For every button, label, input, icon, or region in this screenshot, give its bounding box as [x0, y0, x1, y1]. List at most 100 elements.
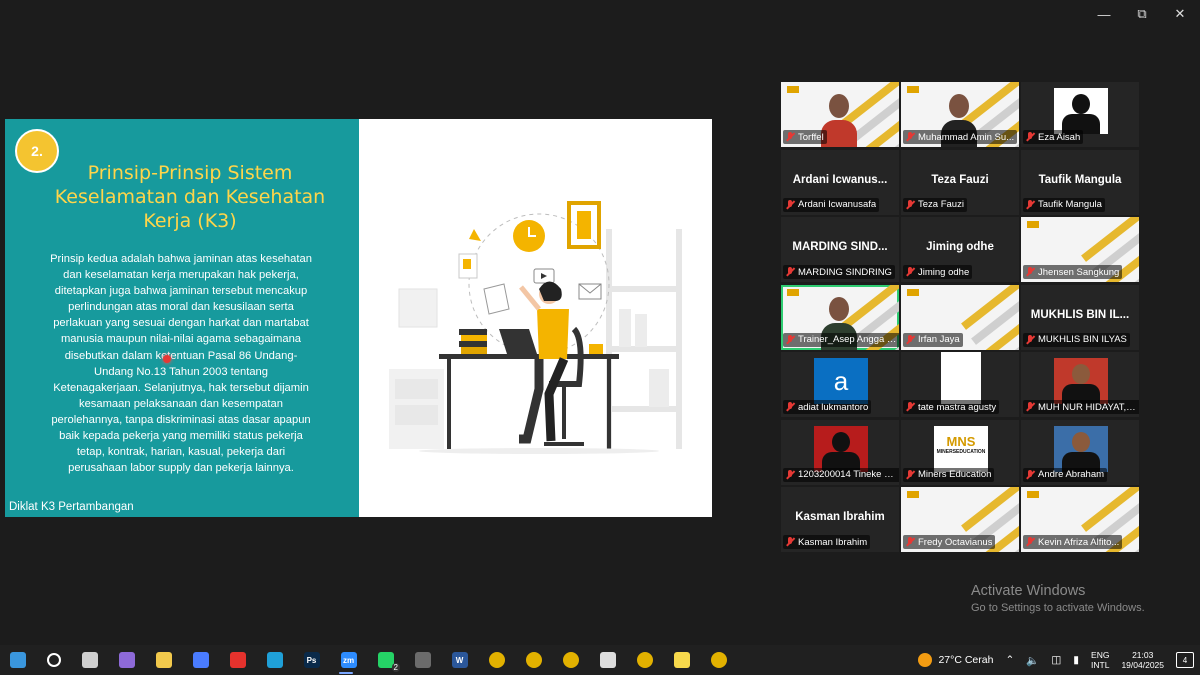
participant-tile[interactable]: 1203200014 Tineke S... [781, 419, 899, 485]
participant-tile[interactable]: a adiat lukmantoro [781, 352, 899, 417]
participant-name: Taufik Mangula [1038, 199, 1102, 210]
activate-windows-watermark: Activate Windows Go to Settings to activ… [971, 583, 1145, 614]
chrome-icon[interactable] [515, 645, 552, 675]
slide-body-line: perlakuan yang sesuai dengan harkat dan … [53, 317, 309, 330]
minimize-icon[interactable]: — [1096, 6, 1112, 22]
participant-name: Jhensen Sangkung [1038, 266, 1120, 278]
logo-mark: MNS [946, 433, 976, 449]
word-icon[interactable]: W [441, 645, 478, 675]
participant-tile[interactable]: Taufik Mangula Taufik Mangula [1021, 149, 1139, 215]
chevron-up-icon[interactable]: ⌃ [999, 654, 1020, 666]
participant-tile[interactable]: Irfan Jaya [901, 284, 1019, 350]
participant-name-label: adiat lukmantoro [783, 400, 872, 414]
participant-name: Miners Education [918, 469, 992, 480]
participant-tile[interactable]: Kasman Ibrahim Kasman Ibrahim [781, 487, 899, 552]
participant-name-label: Kevin Afriza Alfito... [1023, 535, 1123, 549]
chrome-icon[interactable] [700, 645, 737, 675]
participant-display-name: MUKHLIS BIN IL... [1030, 308, 1130, 321]
notification-button[interactable]: 4 [1170, 652, 1200, 668]
participant-name-label: Ardani Icwanusafa [783, 197, 880, 212]
participant-name-label: 1203200014 Tineke S... [783, 467, 899, 482]
weather-widget[interactable]: 27°C Cerah [912, 653, 999, 667]
mic-muted-icon [906, 469, 915, 480]
participant-tile[interactable]: Jhensen Sangkung [1021, 217, 1139, 282]
network-icon[interactable]: ◫ [1045, 654, 1067, 666]
clock[interactable]: 21:03 19/04/2025 [1115, 650, 1170, 670]
participant-name-label: Muhammad Amin Su... [903, 130, 1018, 144]
media-icon[interactable] [589, 645, 626, 675]
participant-name: Eza Aisah [1038, 131, 1081, 143]
mic-muted-icon [786, 199, 795, 210]
zoom-icon[interactable]: zm [330, 645, 367, 675]
slide-title-line: Keselamatan dan Kesehatan [54, 186, 326, 208]
slide-body-line: perlindungan atas moral dan kesusilaan s… [68, 301, 294, 314]
participant-tile[interactable]: Fredy Octavianus [901, 487, 1019, 552]
battery-icon[interactable]: ▮ [1067, 654, 1085, 666]
pdf-icon[interactable] [219, 645, 256, 675]
participant-tile[interactable]: MNS MINERSEDUCATION Miners Education [901, 419, 1019, 485]
whatsapp-badge: 2 [391, 663, 400, 672]
chrome-icon[interactable] [552, 645, 589, 675]
participant-tile[interactable]: MARDING SIND... MARDING SINDRING [781, 217, 899, 282]
whatsapp-icon[interactable]: 2 [367, 645, 404, 675]
photoshop-icon[interactable]: Ps [293, 645, 330, 675]
participant-name-label: MUKHLIS BIN ILYAS [1023, 332, 1130, 347]
participant-tile[interactable]: Jiming odhe Jiming odhe [901, 217, 1019, 282]
chrome-icon[interactable] [478, 645, 515, 675]
slide-text-panel: 2. Prinsip-Prinsip Sistem Keselamatan da… [5, 119, 359, 517]
participant-photo [1054, 358, 1108, 404]
participant-name-label: tate mastra agusty [903, 400, 1000, 414]
participant-tile[interactable]: tate mastra agusty [901, 352, 1019, 417]
background-stripes [959, 284, 1019, 350]
window-controls: — ⧉ ✕ [1096, 6, 1188, 22]
notification-count: 4 [1176, 652, 1194, 668]
participant-tile[interactable]: Andre Abraham [1021, 419, 1139, 485]
calculator-icon[interactable] [404, 645, 441, 675]
close-icon[interactable]: ✕ [1172, 6, 1188, 22]
participant-tile[interactable]: Trainer_Asep Angga Kus... [781, 284, 899, 350]
chrome-icon-glyph [488, 652, 505, 668]
edge-icon[interactable] [256, 645, 293, 675]
calculator-icon-glyph [414, 652, 431, 668]
slide-body-line: perolehannya, tanpa diskriminasi atas da… [51, 413, 311, 426]
mns-logo-icon [907, 86, 919, 95]
participant-tile[interactable]: Eza Aisah [1021, 82, 1139, 147]
chrome-icon-glyph [525, 652, 542, 668]
task-view-icon[interactable] [72, 645, 108, 675]
file-explorer-icon[interactable] [145, 645, 182, 675]
mns-logo-icon [787, 86, 799, 95]
photoshop-icon-glyph: Ps [303, 652, 320, 668]
mns-logo-icon [787, 288, 799, 298]
participant-tile[interactable]: Ardani Icwanus... Ardani Icwanusafa [781, 149, 899, 215]
mns-logo-icon [1027, 491, 1039, 500]
start-icon[interactable] [0, 645, 36, 675]
store-icon[interactable] [182, 645, 219, 675]
weather-temp: 27°C [938, 654, 962, 666]
participant-tile[interactable]: Kevin Afriza Alfito... [1021, 487, 1139, 552]
participant-tile[interactable]: MUH NUR HIDAYAT, S... [1021, 352, 1139, 417]
slide-body-line: manusia maupun nilai-nilai agama sebagai… [60, 333, 302, 346]
mic-muted-icon [786, 132, 795, 142]
restore-icon[interactable]: ⧉ [1134, 6, 1150, 22]
edge-icon-glyph [266, 652, 283, 668]
sticky-notes-icon[interactable] [663, 645, 700, 675]
participant-avatar [941, 352, 981, 404]
participant-tile[interactable]: Torffel [781, 82, 899, 147]
store-icon-glyph [192, 652, 209, 668]
volume-icon[interactable]: 🔈 [1020, 654, 1045, 667]
search-icon[interactable] [36, 645, 72, 675]
slide-title-line: Kerja (K3) [143, 210, 237, 232]
participant-name-label: Jhensen Sangkung [1023, 265, 1123, 279]
participant-tile[interactable]: Muhammad Amin Su... [901, 82, 1019, 147]
chrome-icon[interactable] [626, 645, 663, 675]
mic-muted-icon [1026, 132, 1035, 142]
participant-name: Irfan Jaya [918, 334, 960, 345]
copilot-icon[interactable] [108, 645, 145, 675]
participant-name-label: Torffel [783, 130, 827, 144]
participant-name: MUKHLIS BIN ILYAS [1038, 334, 1127, 345]
copilot-icon-glyph [118, 652, 135, 668]
sticky-notes-icon-glyph [673, 652, 690, 668]
participant-tile[interactable]: MUKHLIS BIN IL... MUKHLIS BIN ILYAS [1021, 284, 1139, 350]
participant-tile[interactable]: Teza Fauzi Teza Fauzi [901, 149, 1019, 215]
language-indicator[interactable]: ENG INTL [1085, 650, 1115, 670]
